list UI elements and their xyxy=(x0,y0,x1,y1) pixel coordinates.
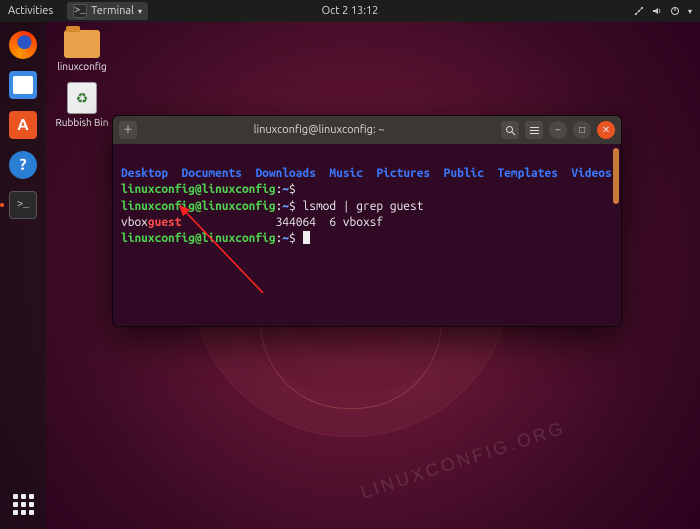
minimize-button[interactable]: – xyxy=(549,121,567,139)
output-text: 344064 6 vboxsf xyxy=(182,216,384,229)
desktop-icon-label: linuxconfig xyxy=(54,61,110,72)
dock: ? xyxy=(0,22,46,529)
terminal-icon xyxy=(73,4,87,18)
prompt-user: linuxconfig@linuxconfig xyxy=(121,200,276,213)
grep-highlight: guest xyxy=(148,216,182,229)
terminal-icon[interactable] xyxy=(6,188,40,222)
folder-icon xyxy=(64,30,100,58)
trash-icon[interactable]: Rubbish Bin xyxy=(54,82,110,128)
firefox-icon[interactable] xyxy=(6,28,40,62)
terminal-titlebar[interactable]: ＋ linuxconfig@linuxconfig: ~ – □ ✕ xyxy=(113,116,621,144)
window-title: linuxconfig@linuxconfig: ~ xyxy=(143,124,495,136)
prompt-end: $ xyxy=(289,232,296,245)
search-icon xyxy=(505,125,516,136)
app-menu-label: Terminal xyxy=(91,5,134,17)
hamburger-icon xyxy=(529,125,540,136)
prompt-end: $ xyxy=(289,200,296,213)
chevron-down-icon: ▾ xyxy=(688,7,692,16)
scrollbar-thumb[interactable] xyxy=(613,148,619,204)
prompt-end: $ xyxy=(289,183,296,196)
maximize-icon: □ xyxy=(579,125,585,135)
desktop-icons: linuxconfig Rubbish Bin xyxy=(54,30,110,138)
minimize-icon: – xyxy=(556,125,561,135)
network-icon xyxy=(634,6,644,16)
close-icon: ✕ xyxy=(602,125,610,135)
command-text: lsmod | grep guest xyxy=(303,200,424,213)
close-button[interactable]: ✕ xyxy=(597,121,615,139)
recycle-icon xyxy=(67,82,97,114)
plus-icon: ＋ xyxy=(123,125,133,135)
show-applications-button[interactable] xyxy=(6,487,40,521)
app-menu[interactable]: Terminal ▾ xyxy=(67,2,148,20)
software-icon[interactable] xyxy=(6,108,40,142)
activities-button[interactable]: Activities xyxy=(8,5,53,17)
search-button[interactable] xyxy=(501,121,519,139)
maximize-button[interactable]: □ xyxy=(573,121,591,139)
power-icon xyxy=(670,6,680,16)
terminal-window[interactable]: ＋ linuxconfig@linuxconfig: ~ – □ ✕ Deskt… xyxy=(112,115,622,327)
terminal-body[interactable]: Desktop Documents Downloads Music Pictur… xyxy=(113,144,621,326)
ls-output: Desktop Documents Downloads Music Pictur… xyxy=(121,167,612,180)
prompt-user: linuxconfig@linuxconfig xyxy=(121,183,276,196)
home-folder-icon[interactable]: linuxconfig xyxy=(54,30,110,72)
output-text: vbox xyxy=(121,216,148,229)
new-tab-button[interactable]: ＋ xyxy=(119,121,137,139)
help-icon[interactable]: ? xyxy=(6,148,40,182)
status-area[interactable]: ▾ xyxy=(634,6,692,16)
top-panel: Activities Terminal ▾ Oct 2 13:12 ▾ xyxy=(0,0,700,22)
menu-button[interactable] xyxy=(525,121,543,139)
files-icon[interactable] xyxy=(6,68,40,102)
text-cursor xyxy=(303,231,310,244)
chevron-down-icon: ▾ xyxy=(138,7,142,16)
volume-icon xyxy=(652,6,662,16)
prompt-user: linuxconfig@linuxconfig xyxy=(121,232,276,245)
desktop-icon-label: Rubbish Bin xyxy=(54,117,110,128)
